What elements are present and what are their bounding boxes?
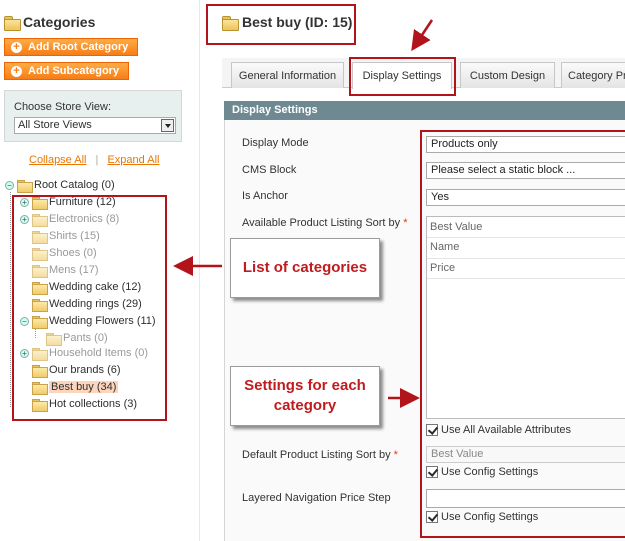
arrow-to-display-tab <box>411 19 434 52</box>
tab-display-settings[interactable]: Display Settings <box>352 62 452 89</box>
annotation-arrows <box>173 19 434 408</box>
tab-label: Display Settings <box>362 70 442 82</box>
